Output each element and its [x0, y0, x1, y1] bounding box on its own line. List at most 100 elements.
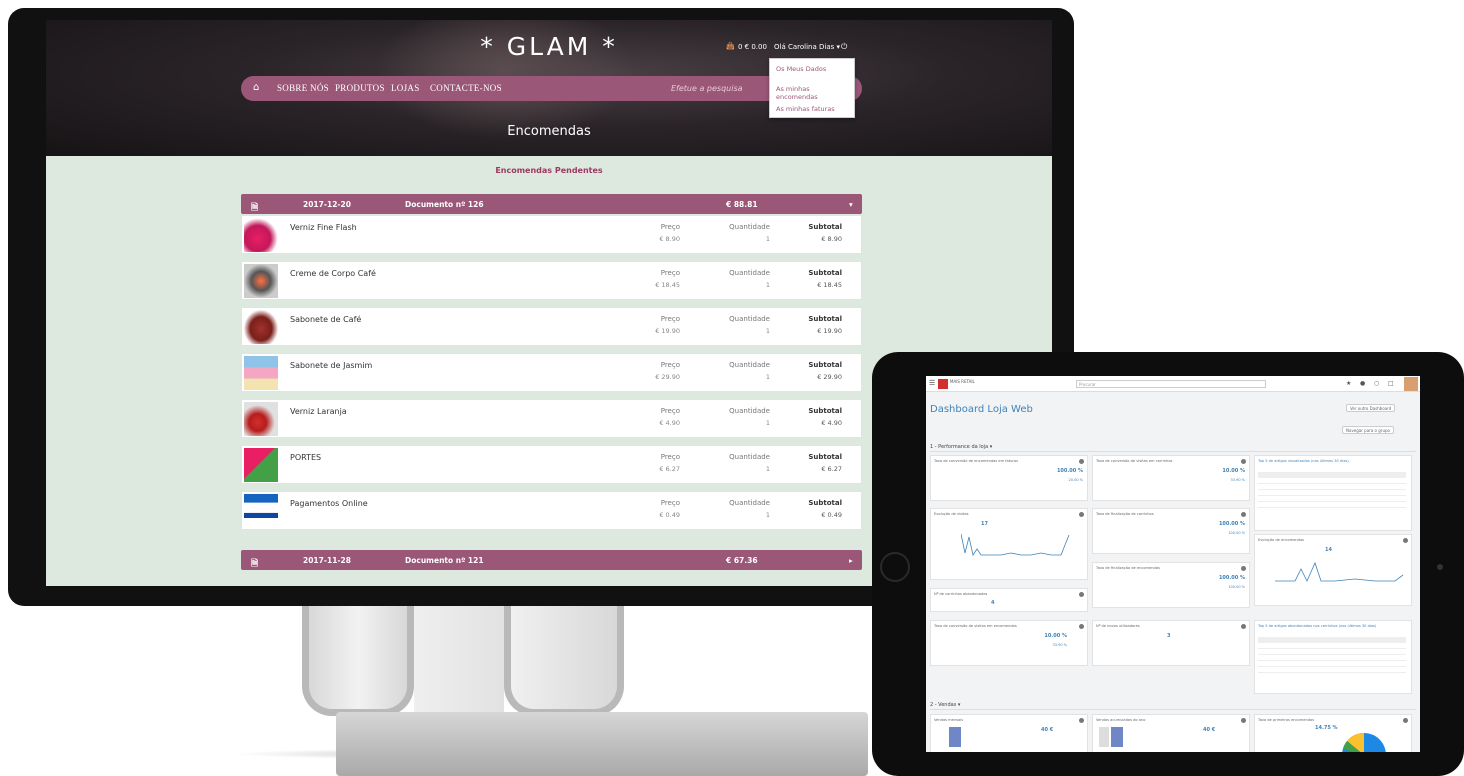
subtotal-value: € 6.27 — [821, 465, 842, 473]
home-icon[interactable]: ⌂ — [253, 82, 259, 93]
order-item-row[interactable]: Verniz Fine Flash Preço € 8.90 Quantidade 1 S… — [241, 215, 862, 254]
qty-label: Quantidade — [729, 453, 770, 461]
card-sub: 100.00 % — [1228, 585, 1245, 589]
store-logo[interactable]: * GLAM * — [46, 32, 1052, 61]
navigate-group-button[interactable]: Navegar para o grupo — [1342, 426, 1394, 434]
avatar[interactable] — [1404, 377, 1418, 391]
card-conv-visits-orders: Taxa de conversão de visitas em encomend… — [930, 620, 1088, 666]
order-item-row[interactable]: Sabonete de Jasmim Preço € 29.90 Quantidade… — [241, 353, 862, 392]
qty-label: Quantidade — [729, 407, 770, 415]
card-sub: 33.90 % — [1230, 478, 1245, 482]
card-value: 10.00 % — [1044, 633, 1067, 639]
section-performance[interactable]: 1 - Performance da loja ▾ — [930, 444, 1416, 452]
price-value: € 18.45 — [655, 281, 680, 289]
order-item-row[interactable]: Sabonete de Café Preço € 19.90 Quantidade 1 S… — [241, 307, 862, 346]
monitor-stand-center — [414, 606, 504, 716]
gear-icon[interactable] — [1241, 624, 1246, 629]
sales-bar — [949, 727, 961, 747]
document-icon: 🗎 — [251, 203, 259, 213]
price-label: Preço — [660, 315, 680, 323]
section-sales[interactable]: 2 - Vendas ▾ — [930, 702, 1416, 710]
nav-sobre[interactable]: SOBRE NÓS — [277, 83, 329, 93]
product-image — [244, 402, 278, 436]
product-name[interactable]: Creme de Corpo Café — [290, 269, 376, 278]
tablet-home-button[interactable] — [880, 552, 910, 582]
card-value: 17 — [981, 521, 988, 527]
gear-icon[interactable] — [1079, 624, 1084, 629]
nav-produtos[interactable]: PRODUTOS — [335, 83, 385, 93]
gear-icon[interactable] — [1241, 566, 1246, 571]
collapse-icon[interactable]: ▾ — [849, 200, 853, 209]
card-value: 14 — [1325, 547, 1332, 553]
subtotal-value: € 18.45 — [817, 281, 842, 289]
settings-icon[interactable]: ○ — [1374, 380, 1379, 387]
monitor-stand — [302, 606, 414, 716]
price-value: € 19.90 — [655, 327, 680, 335]
nav-lojas[interactable]: LOJAS — [391, 83, 420, 93]
order-header[interactable]: 🗎 2017-11-28 Documento nº 121 € 67.36 ▸ — [241, 550, 862, 570]
card-value: 14.75 % — [1315, 725, 1338, 731]
qty-value: 1 — [765, 373, 770, 381]
cart-amount[interactable]: 0 € 0.00 — [738, 43, 767, 51]
gear-icon[interactable] — [1403, 538, 1408, 543]
top-abandoned-table — [1258, 637, 1406, 673]
gear-icon[interactable] — [1241, 459, 1246, 464]
subtotal-label: Subtotal — [808, 223, 842, 231]
order-item-row[interactable]: Pagamentos Online Preço € 0.49 Quantidade 1 S… — [241, 491, 862, 530]
monitor-stand-right — [504, 606, 624, 716]
card-final-cart: Taxa de finalização de carrinhos 100.00 … — [1092, 508, 1250, 554]
menu-icon[interactable]: ☰ — [929, 379, 935, 387]
star-icon[interactable]: ★ — [1346, 380, 1351, 387]
user-menu-toggle[interactable]: Olá Carolina Dias ▾ — [774, 43, 840, 51]
product-name[interactable]: Sabonete de Jasmim — [290, 361, 372, 370]
order-item-row[interactable]: Verniz Laranja Preço € 4.90 Quantidade 1 Subt… — [241, 399, 862, 438]
card-title: Taxa de primeiras encomendas — [1258, 718, 1315, 722]
gear-icon[interactable] — [1241, 512, 1246, 517]
card-title: Top 5 de artigos visualizados (nos últim… — [1258, 459, 1349, 463]
grid-icon[interactable]: □ — [1388, 380, 1394, 387]
subtotal-value: € 8.90 — [821, 235, 842, 243]
gear-icon[interactable] — [1079, 718, 1084, 723]
gear-icon[interactable] — [1079, 459, 1084, 464]
gear-icon[interactable] — [1079, 512, 1084, 517]
power-icon[interactable]: ⏻ — [841, 42, 847, 52]
gear-icon[interactable] — [1079, 592, 1084, 597]
search-input[interactable]: Efetue a pesquisa — [663, 76, 783, 101]
menu-my-invoices[interactable]: As minhas faturas — [770, 99, 854, 119]
section-title: Encomendas Pendentes — [495, 166, 603, 175]
product-name[interactable]: PORTES — [290, 453, 321, 462]
card-sub: 100.00 % — [1228, 531, 1245, 535]
pie-chart — [1342, 732, 1386, 752]
product-name[interactable]: Verniz Fine Flash — [290, 223, 357, 232]
gear-icon[interactable] — [1403, 718, 1408, 723]
product-image — [244, 448, 278, 482]
menu-my-data[interactable]: Os Meus Dados — [770, 59, 854, 79]
qty-label: Quantidade — [729, 315, 770, 323]
qty-value: 1 — [765, 465, 770, 473]
expand-icon[interactable]: ▸ — [849, 556, 853, 565]
dashboard-search[interactable]: Procurar — [1076, 380, 1266, 388]
price-value: € 6.27 — [659, 465, 680, 473]
switch-dashboard-button[interactable]: Ver outro Dashboard — [1346, 404, 1396, 412]
qty-label: Quantidade — [729, 499, 770, 507]
order-item-row[interactable]: Creme de Corpo Café Preço € 18.45 Quantidad… — [241, 261, 862, 300]
menu-my-orders[interactable]: As minhas encomendas — [770, 79, 854, 101]
qty-value: 1 — [765, 281, 770, 289]
user-dropdown: Os Meus Dados As minhas encomendas As mi… — [769, 58, 855, 118]
subtotal-label: Subtotal — [808, 269, 842, 277]
product-name[interactable]: Sabonete de Café — [290, 315, 361, 324]
cart-icon[interactable]: 👜 — [726, 42, 735, 50]
order-header[interactable]: 🗎 2017-12-20 Documento nº 126 € 88.81 ▾ — [241, 194, 862, 214]
gear-icon[interactable] — [1241, 718, 1246, 723]
order-item-row[interactable]: PORTES Preço € 6.27 Quantidade 1 Subtotal € 6.… — [241, 445, 862, 484]
qty-value: 1 — [765, 327, 770, 335]
price-label: Preço — [660, 269, 680, 277]
card-title: Taxa de conversão de visitas em carrinho… — [1096, 459, 1173, 463]
product-name[interactable]: Verniz Laranja — [290, 407, 347, 416]
tablet-camera — [1437, 564, 1443, 570]
nav-contacte[interactable]: CONTACTE-NOS — [430, 83, 502, 93]
price-label: Preço — [660, 407, 680, 415]
bell-icon[interactable]: ● — [1360, 380, 1365, 387]
product-name[interactable]: Pagamentos Online — [290, 499, 368, 508]
subtotal-label: Subtotal — [808, 407, 842, 415]
